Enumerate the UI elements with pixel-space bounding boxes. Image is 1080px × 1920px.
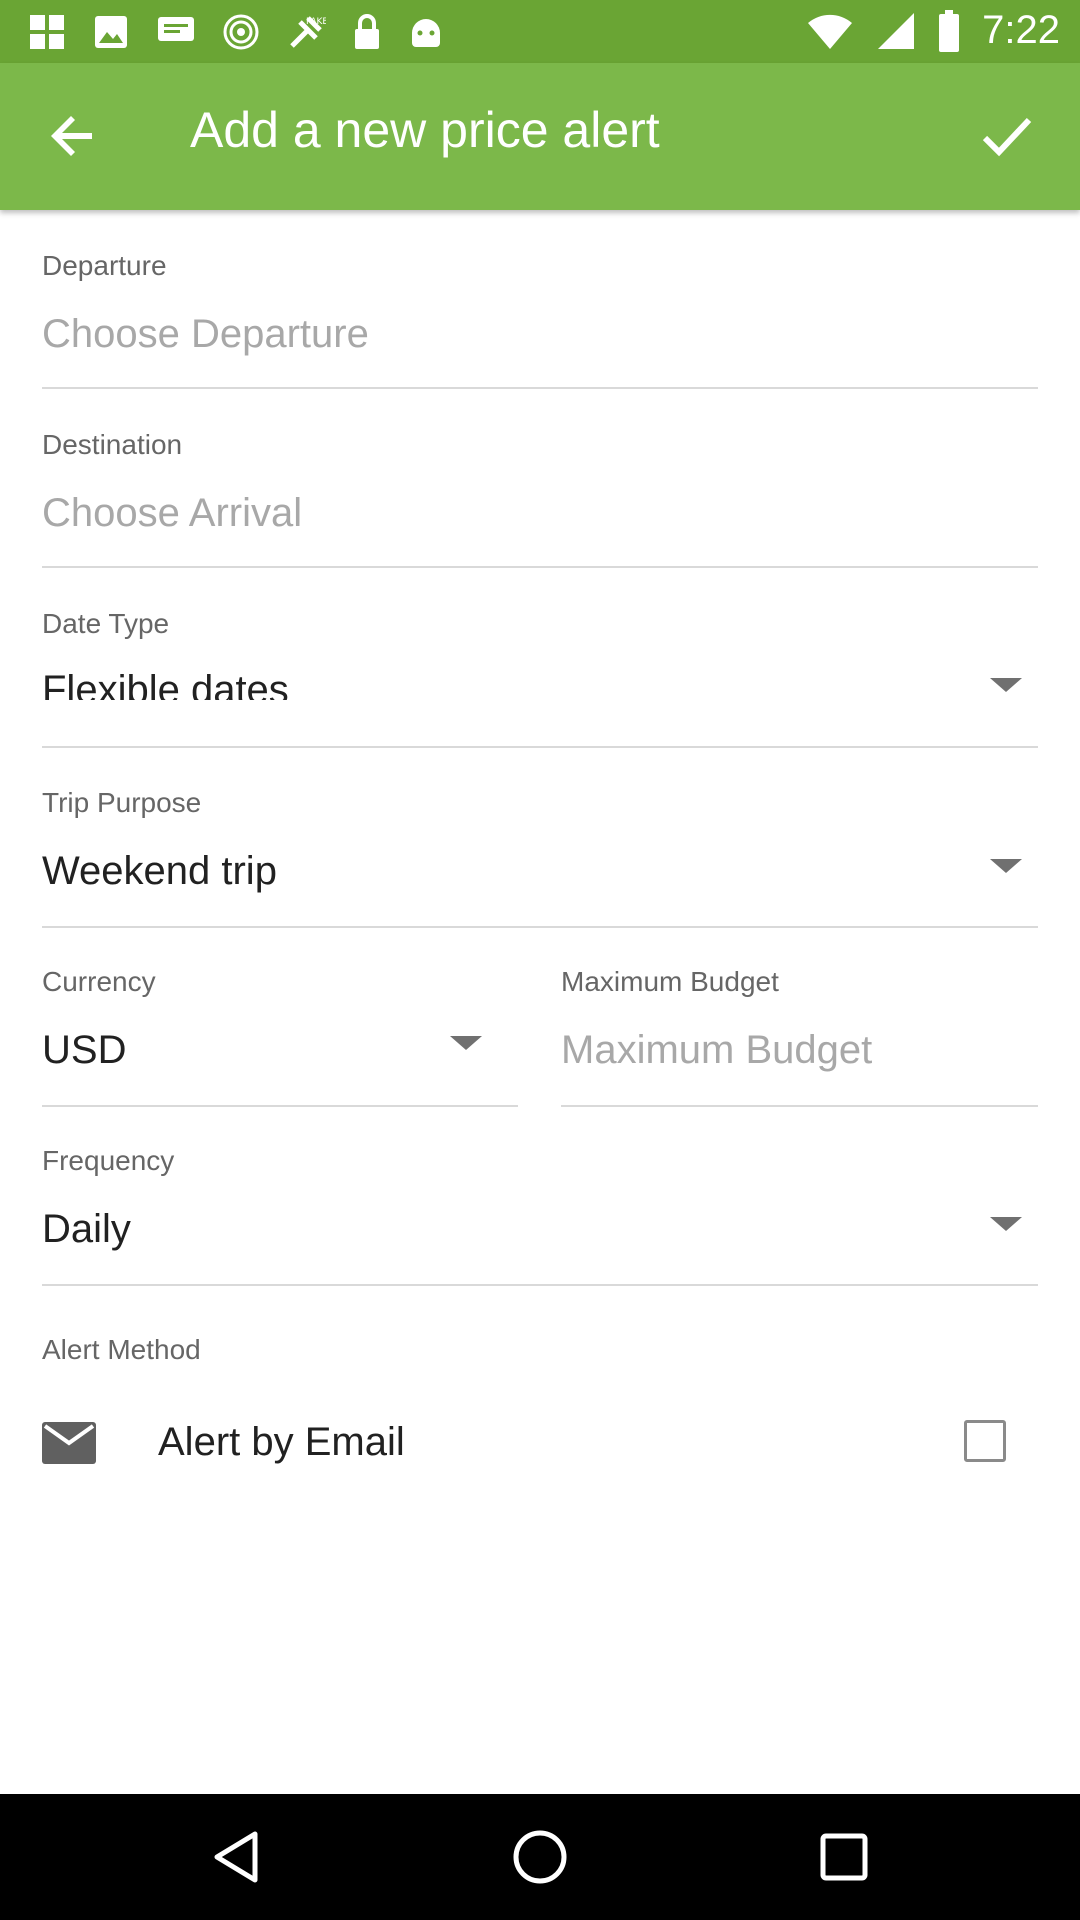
currency-value[interactable]: USD (42, 1028, 126, 1073)
currency-field[interactable]: Currency USD (42, 966, 518, 1107)
back-triangle-icon (214, 1831, 258, 1883)
currency-underline (42, 1105, 518, 1107)
alert-method-label: Alert Method (42, 1334, 201, 1365)
frequency-label: Frequency (42, 1145, 175, 1176)
hotspot-icon (223, 14, 259, 50)
chevron-down-icon[interactable] (990, 678, 1022, 692)
departure-field[interactable]: Departure Choose Departure (42, 250, 1038, 390)
app-icon (30, 15, 64, 49)
android-icon (412, 19, 440, 47)
message-icon (158, 17, 194, 41)
trip-purpose-underline (42, 926, 1038, 928)
frequency-field[interactable]: Frequency Daily (42, 1145, 1038, 1286)
status-notification-icons: FAKE (28, 10, 444, 54)
status-system-icons: 7:22 (806, 8, 1060, 53)
destination-underline (42, 566, 1038, 568)
max-budget-input[interactable]: Maximum Budget (561, 1028, 872, 1073)
destination-input[interactable]: Choose Arrival (42, 491, 302, 536)
recents-square-icon (820, 1833, 868, 1881)
confirm-button[interactable] (974, 103, 1040, 169)
fake-gps-icon: FAKE (290, 16, 326, 48)
date-type-label: Date Type (42, 608, 170, 639)
trip-purpose-label: Trip Purpose (42, 787, 202, 818)
departure-input[interactable]: Choose Departure (42, 312, 369, 357)
date-type-value[interactable]: Flexible dates (42, 668, 289, 700)
departure-label: Departure (42, 250, 167, 281)
battery-icon (939, 9, 960, 52)
destination-field[interactable]: Destination Choose Arrival (42, 429, 1038, 569)
alert-by-email-label: Alert by Email (158, 1420, 405, 1464)
frequency-value[interactable]: Daily (42, 1207, 131, 1252)
trip-purpose-field[interactable]: Trip Purpose Weekend trip (42, 787, 1038, 928)
date-type-field[interactable]: Date Type Flexible dates (42, 608, 1038, 748)
signal-icon (878, 12, 915, 49)
destination-label: Destination (42, 429, 183, 460)
max-budget-label: Maximum Budget (561, 966, 779, 997)
nav-back-button[interactable] (206, 1827, 266, 1887)
chevron-down-icon[interactable] (990, 1217, 1022, 1231)
nav-home-button[interactable] (510, 1827, 570, 1887)
arrow-left-icon (51, 116, 92, 156)
chevron-down-icon[interactable] (990, 859, 1022, 873)
departure-underline (42, 387, 1038, 389)
currency-label: Currency (42, 966, 156, 997)
nav-recents-button[interactable] (814, 1827, 874, 1887)
date-type-underline (42, 746, 1038, 748)
lock-icon (355, 14, 379, 49)
status-bar: FAKE 7:22 (0, 0, 1080, 63)
wifi-icon (808, 14, 853, 49)
photo-icon (95, 16, 127, 48)
back-button[interactable] (40, 103, 106, 169)
chevron-down-icon[interactable] (450, 1036, 482, 1050)
svg-text:FAKE: FAKE (306, 17, 326, 27)
max-budget-field[interactable]: Maximum Budget Maximum Budget (561, 966, 1038, 1107)
trip-purpose-value[interactable]: Weekend trip (42, 849, 277, 894)
email-icon (42, 1422, 96, 1464)
alert-by-email-checkbox[interactable] (964, 1420, 1006, 1462)
system-nav-bar (0, 1794, 1080, 1920)
frequency-underline (42, 1284, 1038, 1286)
status-clock: 7:22 (982, 8, 1060, 52)
max-budget-underline (561, 1105, 1038, 1107)
home-circle-icon (513, 1830, 567, 1884)
alert-by-email-row[interactable]: Alert by Email (42, 1410, 1038, 1480)
app-bar: Add a new price alert (0, 63, 1080, 210)
checkmark-icon (982, 117, 1032, 157)
page-title: Add a new price alert (190, 102, 660, 158)
alert-method-section: Alert Method (42, 1334, 1038, 1374)
